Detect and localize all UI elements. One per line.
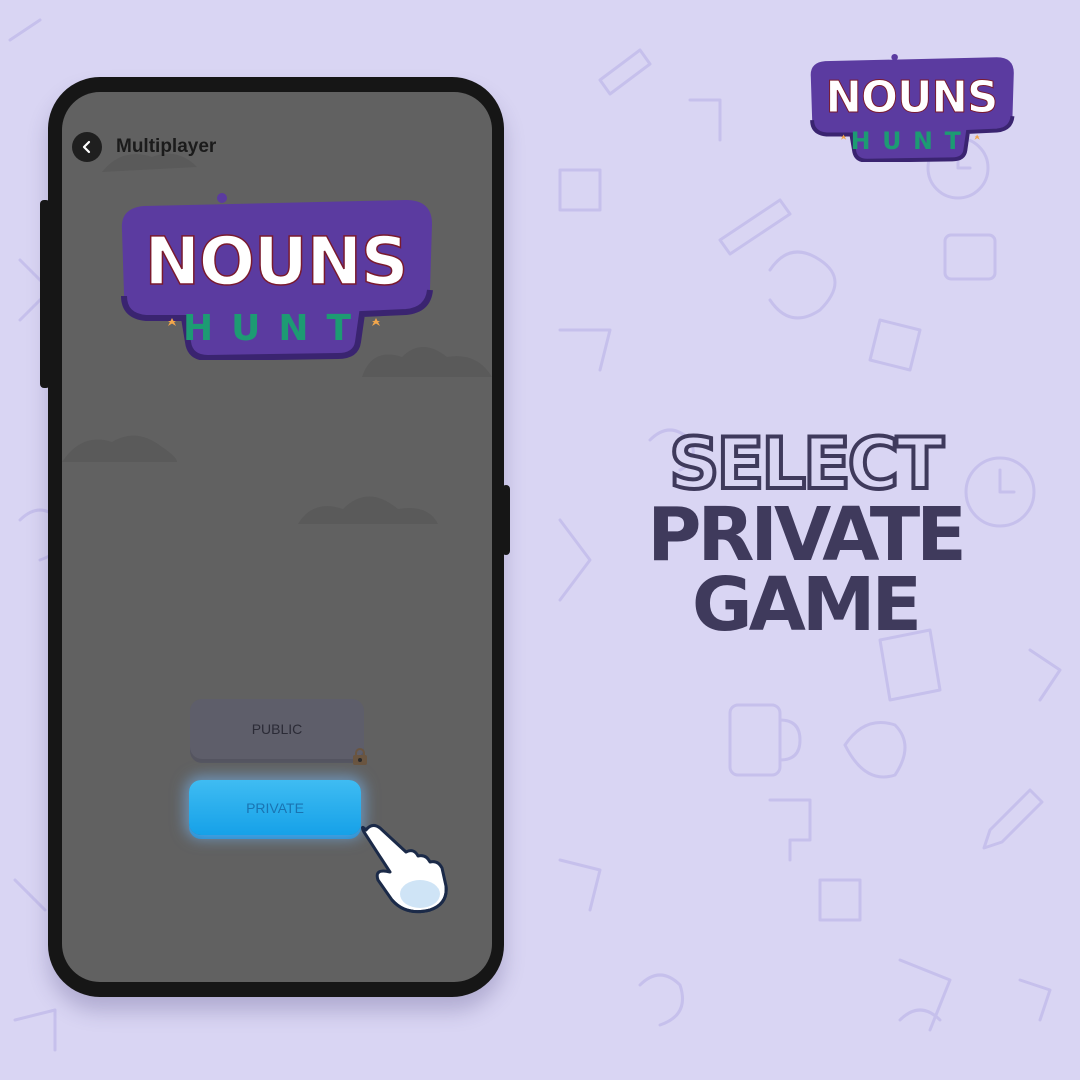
headline-line1: SELECT — [667, 423, 946, 505]
screen-title: Multiplayer — [116, 136, 217, 157]
lock-icon — [353, 748, 367, 765]
app-logo: NOUNS HUNT — [121, 193, 433, 360]
app-logo-line2: HUNT — [183, 308, 369, 349]
brand-logo-line2: HUNT — [851, 127, 973, 155]
nouns-hunt-logo: NOUNS HUNT — [810, 53, 1015, 162]
brand-logo-line1: NOUNS — [826, 73, 998, 123]
back-button[interactable] — [72, 132, 102, 162]
pointing-hand-icon — [360, 823, 448, 914]
phone-side-button-right — [502, 485, 510, 555]
public-button[interactable]: PUBLIC — [190, 699, 364, 759]
topbar: Multiplayer — [72, 132, 216, 162]
back-arrow-icon — [82, 140, 91, 154]
private-button[interactable]: PRIVATE — [189, 780, 361, 835]
headline-line3: GAME — [691, 562, 922, 648]
headline: SELECT PRIVATE GAME — [600, 423, 1010, 648]
phone-side-button-left — [40, 200, 50, 388]
app-logo-line1: NOUNS — [145, 223, 408, 300]
headline-line2: PRIVATE — [647, 492, 967, 578]
